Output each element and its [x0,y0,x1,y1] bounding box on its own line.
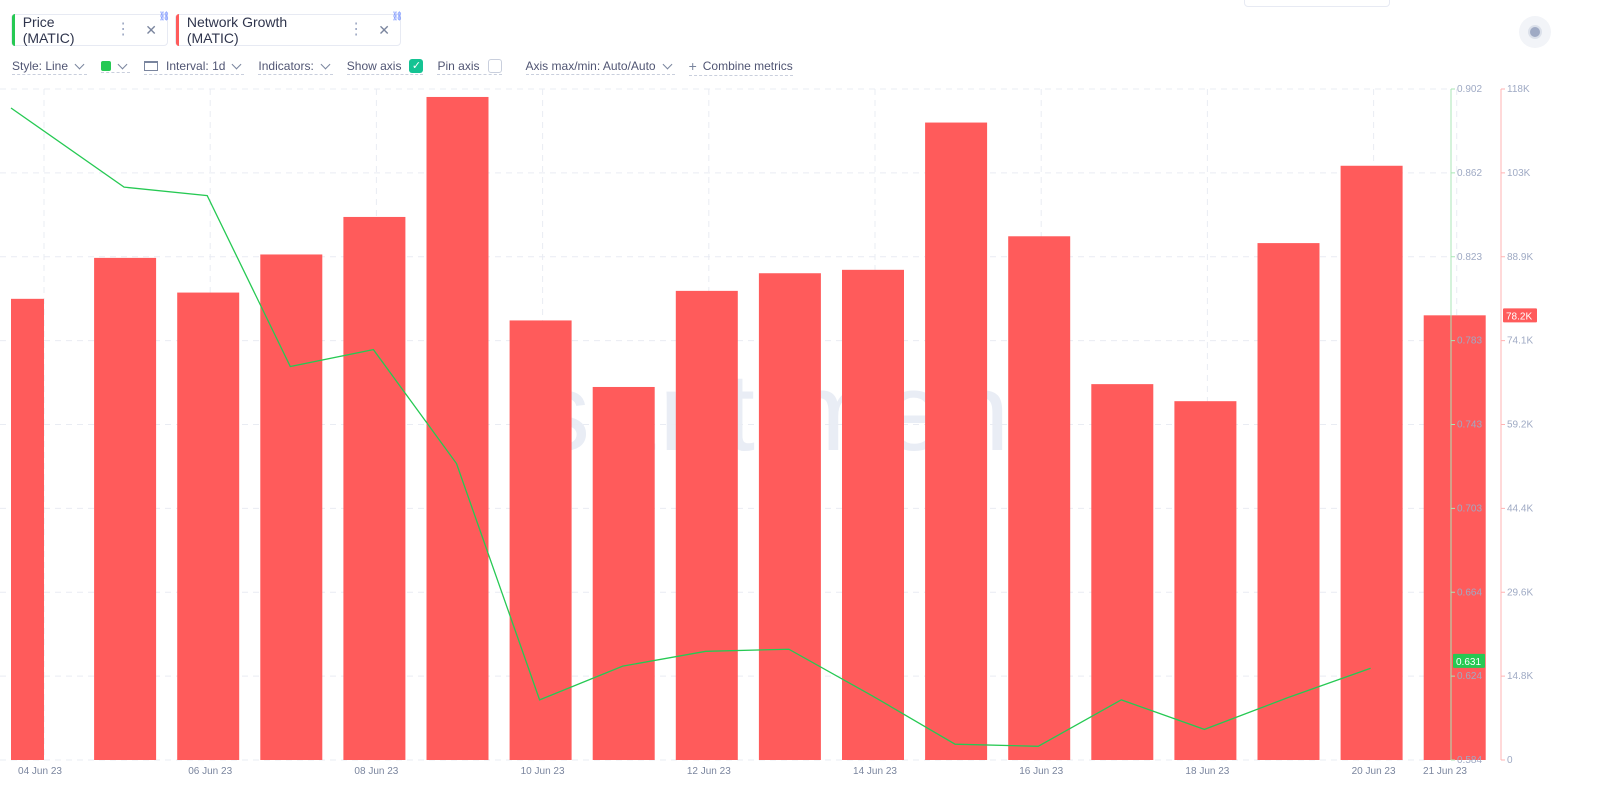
x-tick-label: 14 Jun 23 [853,766,897,777]
left-axis-tick-label: 0.902 [1457,84,1482,95]
x-tick-label: 04 Jun 23 [18,766,62,777]
x-tick-label: 18 Jun 23 [1185,766,1229,777]
bar [177,292,240,760]
right-axis-tick-label: 88.9K [1507,252,1533,263]
left-axis-tick-label: 0.862 [1457,168,1482,179]
right-axis-tick-label: 103K [1507,168,1531,179]
right-axis-tick-label: 74.1K [1507,336,1533,347]
price-last-value-label: 0.631 [1456,657,1481,668]
right-axis-tick-label: 59.2K [1507,420,1533,431]
bar [1008,236,1071,760]
x-tick-label: 08 Jun 23 [354,766,398,777]
left-axis-tick-label: 0.823 [1457,252,1482,263]
right-axis-tick-label: 118K [1507,84,1530,95]
right-axis-tick-label: 14.8K [1507,671,1533,682]
bar [11,298,44,760]
right-axis-tick-label: 0 [1507,755,1513,766]
x-tick-label: 21 Jun 23 [1423,766,1467,777]
bar [1340,165,1403,760]
left-axis-tick-label: 0.703 [1457,503,1482,514]
bar [343,216,406,760]
left-axis-tick-label: 0.783 [1457,336,1482,347]
bar [1091,384,1154,760]
bar [925,122,988,761]
bar [675,290,738,760]
right-axis-tick-label: 44.4K [1507,503,1533,514]
x-tick-label: 10 Jun 23 [521,766,565,777]
chart-axes: 0.902 0.862 0.823 0.783 0.743 0.703 0.664 0.624… [1450,84,1537,766]
right-axis-tick-label: 29.6K [1507,587,1533,598]
x-tick-label: 06 Jun 23 [188,766,232,777]
left-axis-tick-label: 0.743 [1457,420,1482,431]
bar [94,257,157,760]
x-tick-label: 12 Jun 23 [687,766,731,777]
bar [592,386,655,760]
bar [1257,243,1320,760]
bar [758,273,821,760]
left-axis-tick-label: 0.624 [1457,671,1482,682]
bar [426,96,489,761]
network-last-value-label: 78.2K [1506,311,1532,322]
x-tick-label: 16 Jun 23 [1019,766,1063,777]
bar [509,320,572,760]
bar [842,269,904,760]
chart-canvas[interactable]: santiment 0.9020.8620.8230.7830.7430.703… [0,0,1600,802]
bar [260,254,323,761]
bar [1423,315,1486,760]
x-tick-label: 20 Jun 23 [1352,766,1396,777]
left-axis-tick-label: 0.584 [1457,755,1482,766]
x-axis-labels: 04 Jun 23 06 Jun 23 08 Jun 23 10 Jun 23 12 J… [18,766,1467,777]
bar [1174,401,1237,760]
left-axis-tick-label: 0.664 [1457,587,1482,598]
